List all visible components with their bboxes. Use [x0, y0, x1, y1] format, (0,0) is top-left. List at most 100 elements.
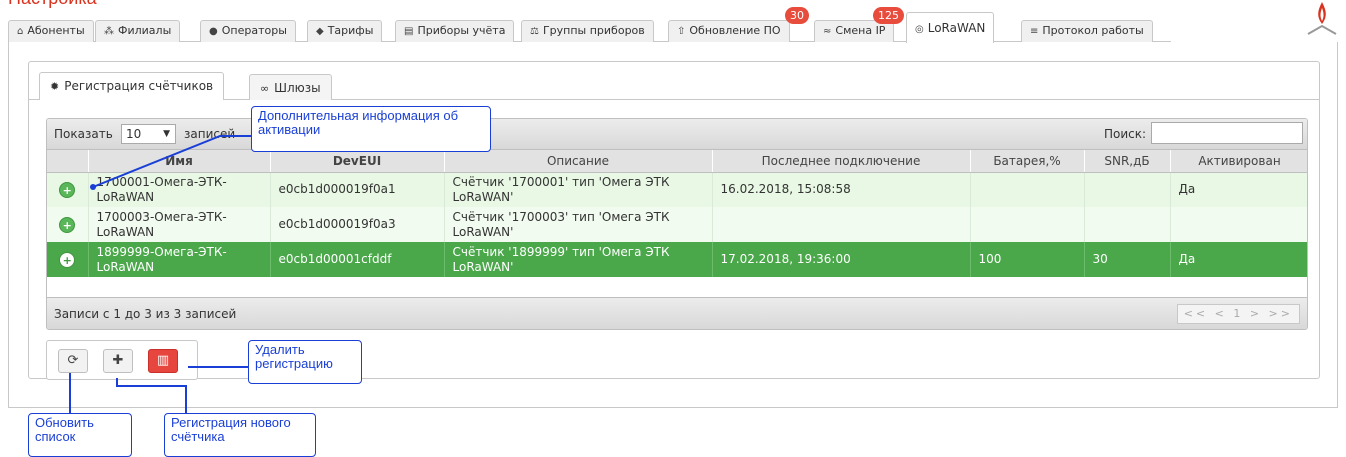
lorawan-panel: ✹ Регистрация счётчиков ∞ Шлюзы Показать 1… — [8, 42, 1338, 408]
expand-cell[interactable]: + — [47, 172, 89, 207]
refresh-icon: ⟳ — [67, 353, 79, 368]
annotation-activation-info: Дополнительная информация об активации — [251, 106, 491, 152]
expand-plus-icon[interactable]: + — [59, 216, 76, 233]
firmware-count-badge: 30 — [785, 7, 809, 24]
tab-label: Филиалы — [118, 24, 172, 37]
cell-battery — [970, 207, 1085, 242]
column-header-description[interactable]: Описание — [444, 150, 713, 173]
search-input[interactable] — [1151, 122, 1303, 144]
action-button-group: ⟳ ✚ ▥ — [46, 340, 198, 380]
rss-icon: ≈ — [823, 26, 832, 37]
cell-deveui: e0cb1d00001cfddf — [270, 242, 445, 277]
table-toolbar: Показать 10 ▼ записей Поиск: — [47, 119, 1307, 150]
tab-label: Тарифы — [327, 24, 374, 37]
cell-battery — [970, 172, 1085, 207]
trash-icon: ▥ — [156, 353, 170, 368]
expand-plus-icon[interactable]: + — [59, 251, 76, 268]
delete-registration-button[interactable]: ▥ — [148, 349, 178, 373]
cell-snr: 30 — [1084, 242, 1171, 277]
tab-label: Группы приборов — [542, 24, 645, 37]
cell-description: Счётчик '1899999' тип 'Омега ЭТК LoRaWAN… — [444, 242, 713, 277]
pagination[interactable]: << < 1 > >> — [1176, 304, 1300, 324]
page-size-select[interactable]: 10 ▼ — [121, 124, 176, 144]
cell-deveui: e0cb1d000019f0a3 — [270, 207, 445, 242]
tab-label: Обновление ПО — [689, 24, 781, 37]
column-header-deveui[interactable]: DevEUI — [270, 150, 445, 173]
cell-snr — [1084, 172, 1171, 207]
chevron-down-icon: ▼ — [163, 129, 170, 139]
tab-subscribers[interactable]: ⌂ Абоненты — [8, 20, 94, 42]
tab-operators[interactable]: ● Операторы — [200, 20, 296, 42]
column-header-activated[interactable]: Активирован — [1170, 150, 1307, 173]
registration-box: ✹ Регистрация счётчиков ∞ Шлюзы Показать 1… — [28, 61, 1320, 380]
cell-last-connection: 17.02.2018, 19:36:00 — [712, 242, 971, 277]
cell-name: 1899999-Омега-ЭТК-LoRaWAN — [88, 242, 271, 277]
tab-lorawan[interactable]: ◎ LoRaWAN — [906, 12, 995, 43]
expand-cell[interactable]: + — [47, 207, 89, 242]
gear-icon: ✹ — [50, 80, 60, 93]
add-registration-button[interactable]: ✚ — [103, 349, 133, 373]
home-icon: ⌂ — [17, 26, 24, 37]
cell-last-connection: 16.02.2018, 15:08:58 — [712, 172, 971, 207]
tab-meter-groups[interactable]: ⚖ Группы приборов — [521, 20, 654, 42]
cell-activated: Да — [1170, 172, 1307, 207]
sitemap-icon: ⁂ — [104, 26, 114, 37]
cell-last-connection — [712, 207, 971, 242]
tab-label: LoRaWAN — [927, 21, 986, 35]
tab-branches[interactable]: ⁂ Филиалы — [95, 20, 181, 42]
tab-label: Операторы — [221, 24, 287, 37]
column-header-last-connection[interactable]: Последнее подключение — [712, 150, 971, 173]
balance-icon: ⚖ — [530, 26, 539, 37]
column-header-name[interactable]: Имя — [88, 150, 271, 173]
table-header-row: Имя DevEUI Описание Последнее подключени… — [47, 150, 1307, 173]
annotation-delete-registration: Удалить регистрацию — [248, 340, 362, 384]
tag-icon: ◆ — [316, 26, 324, 37]
upload-icon: ⇧ — [677, 26, 686, 37]
cell-activated: Да — [1170, 242, 1307, 277]
cell-description: Счётчик '1700003' тип 'Омега ЭТК LoRaWAN… — [444, 207, 713, 242]
table-row-selected[interactable]: + 1899999-Омега-ЭТК-LoRaWAN e0cb1d00001c… — [47, 242, 1307, 277]
print-icon: ▤ — [404, 26, 414, 37]
annotation-refresh-list: Обновить список — [28, 413, 132, 457]
ip-change-count-badge: 125 — [873, 7, 904, 24]
table-row[interactable]: + 1700003-Омега-ЭТК-LoRaWAN e0cb1d000019… — [47, 207, 1307, 242]
cell-battery: 100 — [970, 242, 1085, 277]
records-info: Записи с 1 до 3 из 3 записей — [54, 307, 237, 321]
cell-activated — [1170, 207, 1307, 242]
tab-label: Абоненты — [27, 24, 85, 37]
cell-name: 1700003-Омега-ЭТК-LoRaWAN — [88, 207, 271, 242]
link-icon: ∞ — [260, 82, 270, 95]
tab-meter-registration[interactable]: ✹ Регистрация счётчиков — [39, 72, 225, 100]
page-size-value: 10 — [126, 127, 142, 141]
table-row[interactable]: + 1700001-Омега-ЭТК-LoRaWAN e0cb1d000019… — [47, 172, 1307, 207]
tab-label: Регистрация счётчиков — [64, 79, 214, 93]
tab-label: Приборы учёта — [417, 24, 506, 37]
plus-icon: ✚ — [112, 353, 124, 368]
expand-cell[interactable]: + — [47, 242, 89, 277]
cell-snr — [1084, 207, 1171, 242]
tab-meters[interactable]: ▤ Приборы учёта — [395, 20, 515, 42]
cell-deveui: e0cb1d000019f0a1 — [270, 172, 445, 207]
expand-plus-icon[interactable]: + — [59, 181, 76, 198]
cell-description: Счётчик '1700001' тип 'Омега ЭТК LoRaWAN… — [444, 172, 713, 207]
sub-tab-bar: ✹ Регистрация счётчиков ∞ Шлюзы — [29, 62, 1319, 100]
list-icon: ≡ — [1030, 26, 1039, 37]
page-size-label: Показать — [54, 127, 113, 141]
tab-firmware-update[interactable]: ⇧ Обновление ПО — [668, 20, 790, 42]
meters-table: Имя DevEUI Описание Последнее подключени… — [47, 150, 1307, 277]
tab-label: Смена IP — [835, 24, 886, 37]
column-header-battery[interactable]: Батарея,% — [970, 150, 1085, 173]
page-size-suffix: записей — [184, 127, 236, 141]
tab-gateways[interactable]: ∞ Шлюзы — [249, 74, 332, 100]
user-icon: ● — [209, 26, 218, 37]
cell-name: 1700001-Омега-ЭТК-LoRaWAN — [88, 172, 271, 207]
column-header-snr[interactable]: SNR,дБ — [1084, 150, 1171, 173]
search-label: Поиск: — [1104, 127, 1147, 141]
column-header-expand — [47, 150, 89, 173]
tab-tariffs[interactable]: ◆ Тарифы — [307, 20, 383, 42]
tab-label: Протокол работы — [1042, 24, 1144, 37]
logo-icon — [1307, 2, 1337, 35]
tab-work-log[interactable]: ≡ Протокол работы — [1021, 20, 1153, 42]
refresh-button[interactable]: ⟳ — [58, 349, 88, 373]
antenna-icon: ◎ — [915, 24, 924, 35]
